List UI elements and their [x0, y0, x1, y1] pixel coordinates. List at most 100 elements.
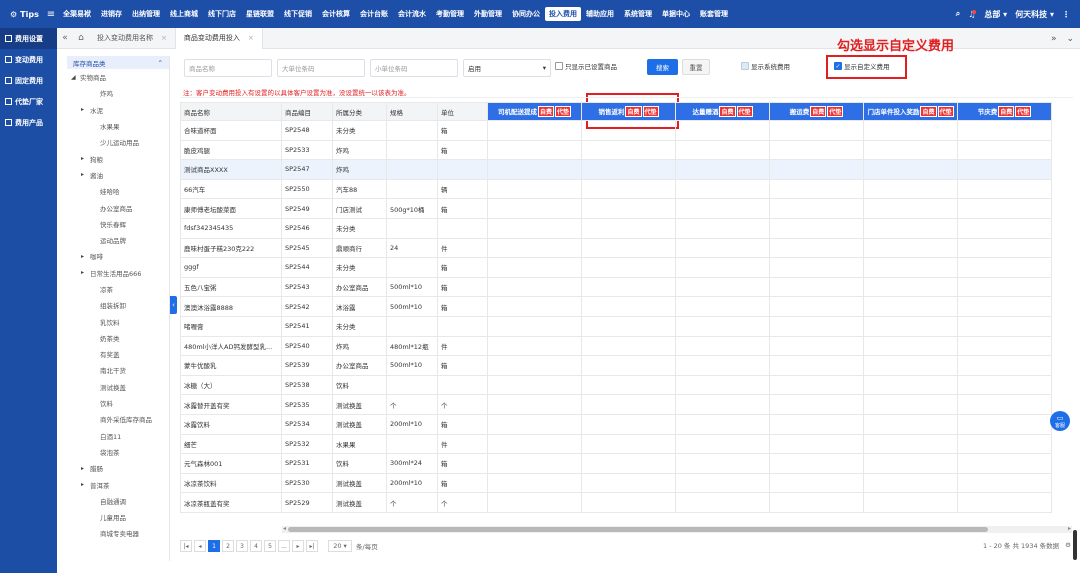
tabs-forward-icon[interactable]: » — [1051, 34, 1057, 44]
page-button[interactable]: 5 — [264, 540, 276, 552]
fee-input-cell[interactable] — [769, 198, 864, 219]
fee-input-cell[interactable] — [487, 217, 582, 239]
top-menu-item[interactable]: 会计核算 — [317, 9, 355, 19]
fee-input-cell[interactable] — [675, 394, 770, 415]
advance-pay-tag[interactable]: 代垫 — [1015, 106, 1032, 117]
fee-input-cell[interactable] — [863, 472, 958, 494]
tree-node[interactable]: 南北干货 — [67, 362, 169, 378]
self-pay-tag[interactable]: 自费 — [537, 106, 554, 117]
fee-input-cell[interactable] — [769, 159, 864, 180]
tree-node[interactable]: 水果果 — [67, 118, 169, 134]
fee-column-header[interactable]: 达量赠酒 自费 代垫 — [675, 102, 770, 121]
top-menu-item[interactable]: 线下门店 — [203, 9, 241, 19]
fee-input-cell[interactable] — [769, 315, 864, 337]
fee-input-cell[interactable] — [863, 276, 958, 298]
status-select[interactable]: 启用 ▾ — [463, 59, 551, 77]
reset-button[interactable]: 重置 — [682, 59, 710, 75]
fee-input-cell[interactable] — [863, 139, 958, 161]
tabs-back-icon[interactable]: « — [57, 33, 73, 43]
fee-input-cell[interactable] — [863, 413, 958, 435]
column-header[interactable]: 商品编目 — [281, 102, 333, 121]
more-icon[interactable]: ⋮ — [1062, 10, 1070, 19]
fee-column-header[interactable]: 销售返利 自费 代垫 — [581, 102, 676, 121]
fee-input-cell[interactable] — [957, 355, 1052, 376]
expand-arrow-icon[interactable]: ▸ — [81, 106, 90, 113]
fee-input-cell[interactable] — [957, 453, 1052, 474]
fee-input-cell[interactable] — [487, 374, 582, 396]
search-button[interactable]: 搜索 — [647, 59, 678, 75]
tree-node[interactable]: 商城专卖电器 — [67, 525, 169, 541]
top-menu-item[interactable]: 账套管理 — [695, 9, 733, 19]
tree-node[interactable]: ◢ 实物商品 — [67, 69, 169, 85]
fee-input-cell[interactable] — [957, 178, 1052, 200]
tree-node[interactable]: ▸ 水泥 — [67, 102, 169, 118]
page-button[interactable]: 4 — [250, 540, 262, 552]
fee-input-cell[interactable] — [957, 139, 1052, 161]
fee-input-cell[interactable] — [863, 492, 958, 513]
column-header[interactable]: 规格 — [386, 102, 438, 121]
fee-input-cell[interactable] — [957, 237, 1052, 259]
tree-node[interactable]: 办公室商品 — [67, 199, 169, 215]
self-pay-tag[interactable]: 自费 — [920, 106, 937, 117]
advance-pay-tag[interactable]: 代垫 — [827, 106, 844, 117]
fee-input-cell[interactable] — [675, 433, 770, 455]
tree-node[interactable]: 乳饮料 — [67, 313, 169, 329]
fee-input-cell[interactable] — [581, 472, 676, 494]
top-menu-item[interactable]: 系统管理 — [619, 9, 657, 19]
tree-node[interactable]: 奶茶类 — [67, 330, 169, 346]
table-row[interactable]: 澳澳沐浴露8888 SP2542 沐浴露 500ml*10 箱 — [180, 296, 1052, 317]
fee-input-cell[interactable] — [581, 315, 676, 337]
top-menu-item[interactable]: 线下促销 — [279, 9, 317, 19]
fee-input-cell[interactable] — [487, 413, 582, 435]
tree-node[interactable]: 炸鸡 — [67, 85, 169, 101]
scroll-left-icon[interactable]: ◂ — [283, 525, 286, 532]
table-row[interactable]: 蒙牛优酸乳 SP2539 办公室商品 500ml*10 箱 — [180, 355, 1052, 376]
fee-input-cell[interactable] — [581, 276, 676, 298]
table-row[interactable]: 五色八宝粥 SP2543 办公室商品 500ml*10 箱 — [180, 276, 1052, 298]
fee-input-cell[interactable] — [675, 237, 770, 259]
page-button[interactable]: 2 — [222, 540, 234, 552]
fee-input-cell[interactable] — [769, 413, 864, 435]
column-header[interactable]: 单位 — [437, 102, 488, 121]
product-name-input[interactable]: 商品名称 — [184, 59, 272, 77]
fee-input-cell[interactable] — [863, 257, 958, 278]
close-icon[interactable]: × — [248, 34, 254, 42]
fee-input-cell[interactable] — [769, 355, 864, 376]
fee-input-cell[interactable] — [581, 453, 676, 474]
fee-input-cell[interactable] — [581, 237, 676, 259]
fee-input-cell[interactable] — [675, 217, 770, 239]
fee-input-cell[interactable] — [957, 492, 1052, 513]
tree-node[interactable]: 娃哈哈 — [67, 183, 169, 199]
top-menu-item[interactable]: 线上商城 — [165, 9, 203, 19]
tree-node[interactable]: ▸ 咖啡 — [67, 248, 169, 264]
table-row[interactable]: 冰露饮料 SP2534 测试换盖 200ml*10 箱 — [180, 413, 1052, 435]
brand[interactable]: ⚙ Tips — [0, 10, 44, 19]
tab-item[interactable]: 商品变动费用投入 × — [174, 27, 263, 49]
top-menu-item[interactable]: 投入费用 — [545, 7, 581, 21]
fee-input-cell[interactable] — [581, 394, 676, 415]
table-row[interactable]: 测试商品XXXX SP2547 炸鸡 — [180, 159, 1052, 180]
fee-input-cell[interactable] — [769, 237, 864, 259]
fee-input-cell[interactable] — [675, 257, 770, 278]
fee-input-cell[interactable] — [487, 355, 582, 376]
fee-input-cell[interactable] — [581, 433, 676, 455]
fee-input-cell[interactable] — [957, 296, 1052, 317]
tree-node[interactable]: ▸ 狗粮 — [67, 150, 169, 166]
fee-column-header[interactable]: 门店单件投入奖励 自费 代垫 — [863, 102, 958, 121]
gear-icon[interactable]: ⚙ — [1065, 541, 1071, 549]
fee-input-cell[interactable] — [487, 492, 582, 513]
top-menu-item[interactable]: 考勤管理 — [431, 9, 469, 19]
top-menu-item[interactable]: 星链联盟 — [241, 9, 279, 19]
table-row[interactable]: fdsf342345435 SP2546 未分类 — [180, 217, 1052, 239]
fee-input-cell[interactable] — [769, 472, 864, 494]
tree-node[interactable]: 凉茶 — [67, 281, 169, 297]
top-menu-item[interactable]: 会计流水 — [393, 9, 431, 19]
tree-node[interactable]: 饮料 — [67, 395, 169, 411]
fee-input-cell[interactable] — [769, 394, 864, 415]
collapse-tree-button[interactable]: ‹ — [170, 296, 177, 314]
tree-node[interactable]: 儿童用品 — [67, 509, 169, 525]
tree-node[interactable]: 组装拆卸 — [67, 297, 169, 313]
expand-arrow-icon[interactable]: ▸ — [81, 465, 90, 472]
fee-input-cell[interactable] — [863, 217, 958, 239]
last-page-icon[interactable]: ▸| — [306, 540, 318, 552]
